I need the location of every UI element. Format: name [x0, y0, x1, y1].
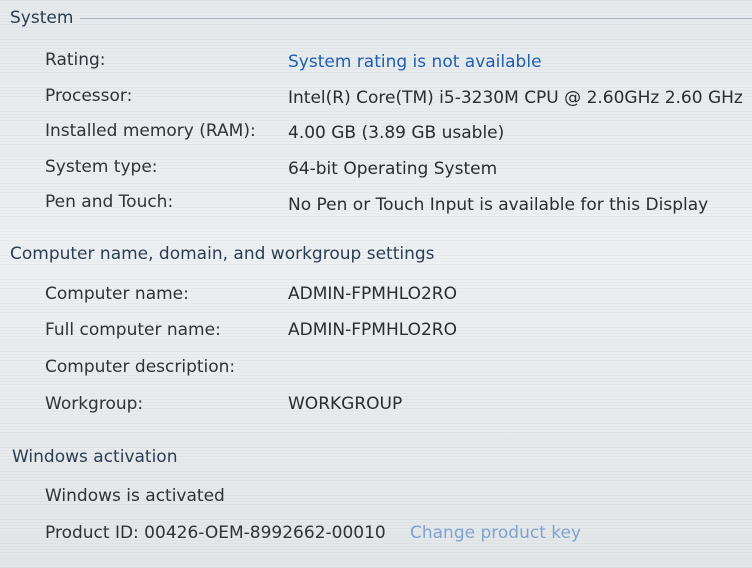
system-type-value: 64-bit Operating System — [288, 159, 498, 179]
workgroup-label: Workgroup: — [45, 394, 144, 414]
activation-status: Windows is activated — [45, 486, 225, 506]
section-title-system: System — [10, 8, 74, 28]
full-computer-name-label: Full computer name: — [45, 320, 221, 340]
computer-name-value: ADMIN-FPMHLO2RO — [288, 284, 457, 304]
processor-label: Processor: — [45, 86, 133, 106]
pen-touch-value: No Pen or Touch Input is available for t… — [288, 195, 709, 215]
section-title-computer-name: Computer name, domain, and workgroup set… — [10, 244, 435, 264]
memory-value: 4.00 GB (3.89 GB usable) — [288, 123, 505, 143]
product-id: Product ID: 00426-OEM-8992662-00010 — [45, 523, 386, 543]
system-properties-panel: System Rating: System rating is not avai… — [0, 0, 752, 568]
system-rating-link[interactable]: System rating is not available — [288, 52, 542, 72]
section-title-windows-activation: Windows activation — [12, 447, 178, 467]
memory-label: Installed memory (RAM): — [45, 121, 256, 141]
system-type-label: System type: — [45, 157, 158, 177]
pen-touch-label: Pen and Touch: — [45, 192, 174, 212]
computer-name-label: Computer name: — [45, 284, 189, 304]
workgroup-value: WORKGROUP — [288, 394, 403, 414]
processor-value: Intel(R) Core(TM) i5-3230M CPU @ 2.60GHz… — [288, 88, 743, 108]
computer-description-label: Computer description: — [45, 357, 236, 377]
rating-label: Rating: — [45, 50, 106, 70]
change-product-key-link[interactable]: Change product key — [410, 523, 581, 543]
section-divider — [80, 18, 752, 19]
full-computer-name-value: ADMIN-FPMHLO2RO — [288, 320, 457, 340]
